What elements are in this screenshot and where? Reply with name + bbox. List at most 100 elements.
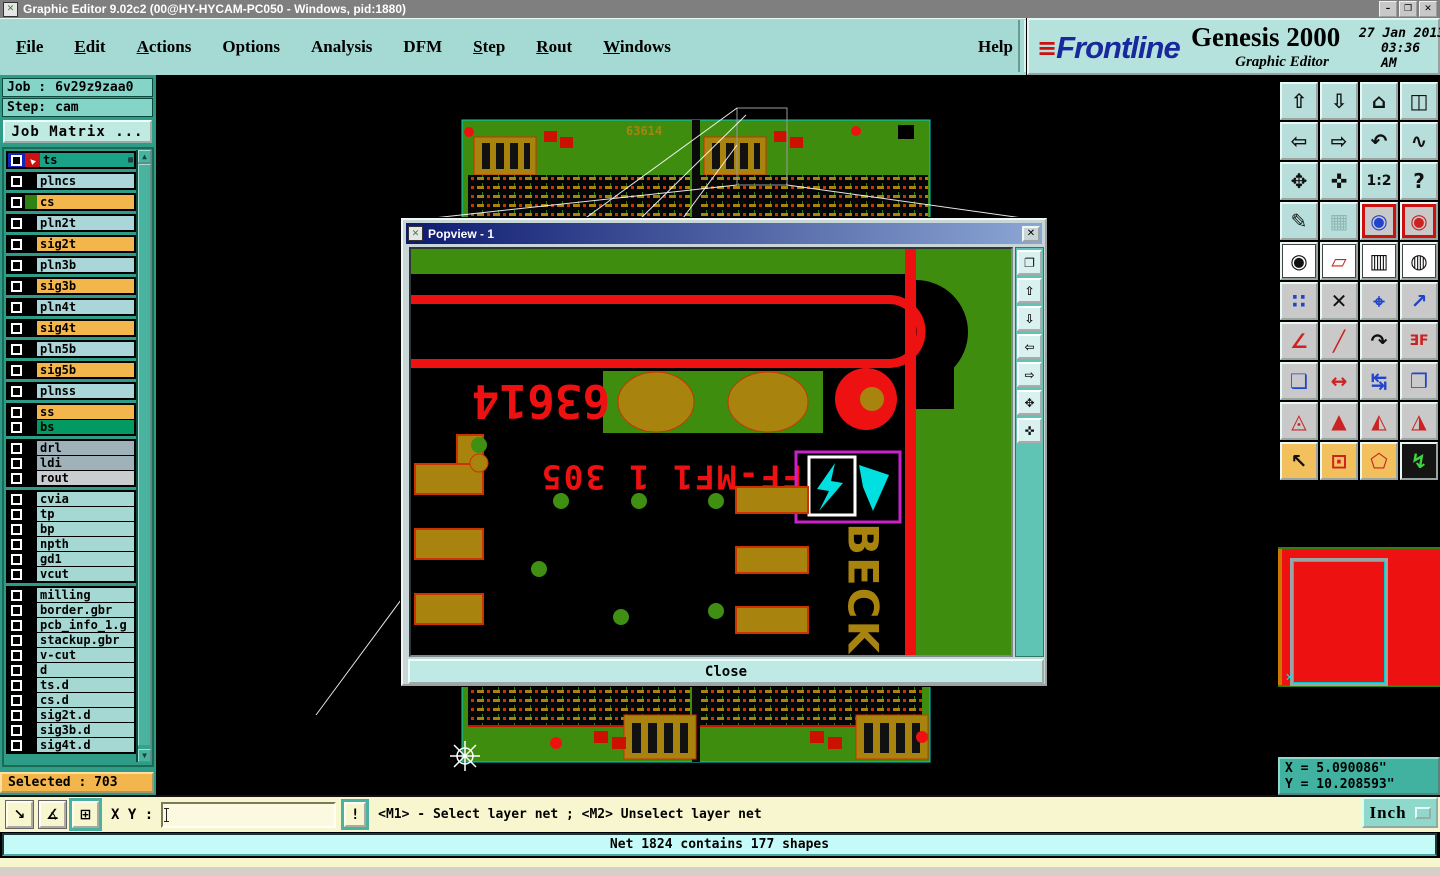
layer-visibility-checkbox[interactable] [8, 300, 25, 314]
menu-analysis[interactable]: Analysis [311, 37, 372, 57]
layer-visibility-checkbox[interactable] [8, 174, 25, 188]
width-measure-button[interactable]: ↹ [1360, 362, 1398, 400]
layer-row-sig5b[interactable]: sig5b [8, 363, 134, 377]
layer-color-swatch[interactable] [25, 405, 37, 419]
layer-row-ldi[interactable]: ldi [8, 455, 134, 470]
overview-panel[interactable]: ✕ [1278, 530, 1440, 756]
alert-button[interactable]: ! [344, 802, 367, 827]
arc-rotate-button[interactable]: ↷ [1360, 322, 1398, 360]
split-window-xy-button[interactable]: ◫ [1400, 82, 1438, 120]
layer-row-sig2t.d[interactable]: sig2t.d [8, 707, 134, 722]
layer-visibility-checkbox[interactable] [8, 708, 25, 722]
layer-color-swatch[interactable] [25, 678, 37, 692]
layer-visibility-checkbox[interactable] [8, 723, 25, 737]
select-feature-button[interactable]: ◉ [1280, 242, 1318, 280]
grid-toggle-button[interactable]: ▦ [1320, 202, 1358, 240]
layer-color-swatch[interactable] [25, 603, 37, 617]
layer-row-npth[interactable]: npth [8, 536, 134, 551]
point-move-button[interactable]: ↗ [1400, 282, 1438, 320]
layer-color-swatch[interactable] [25, 537, 37, 551]
netlist-compare-button[interactable]: ◉ [1400, 202, 1438, 240]
close-button[interactable]: ✕ [1419, 1, 1437, 17]
layer-visibility-checkbox[interactable] [8, 258, 25, 272]
layer-color-swatch[interactable] [25, 441, 37, 455]
layer-row-ss[interactable]: ss [8, 405, 134, 419]
layer-color-swatch[interactable] [25, 300, 37, 314]
popview-center-button[interactable]: ✜ [1017, 418, 1042, 443]
stretch-button[interactable]: ↔ [1320, 362, 1358, 400]
layer-visibility-checkbox[interactable] [8, 405, 25, 419]
layer-color-swatch[interactable] [25, 384, 37, 398]
layer-color-swatch[interactable] [25, 258, 37, 272]
layer-row-cs[interactable]: cs [8, 195, 134, 209]
layer-row-pln3b[interactable]: pln3b [8, 258, 134, 272]
layer-row-ts.d[interactable]: ts.d [8, 677, 134, 692]
select-rectangle-button[interactable]: ⊡ [1320, 442, 1358, 480]
layer-color-swatch[interactable] [25, 588, 37, 602]
layer-row-pln2t[interactable]: pln2t [8, 216, 134, 230]
layer-color-swatch[interactable] [25, 195, 37, 209]
layer-row-sig3b[interactable]: sig3b [8, 279, 134, 293]
layer-color-swatch[interactable] [25, 738, 37, 752]
layer-row-rout[interactable]: rout [8, 470, 134, 485]
popview-close-icon[interactable]: ✕ [1022, 225, 1040, 242]
layer-row-ts[interactable]: ▶ ts ▦ [8, 153, 134, 167]
popview-titlebar[interactable]: ✕ Popview - 1 ✕ [406, 223, 1042, 244]
triangle-tall-button[interactable]: ▲ [1320, 402, 1358, 440]
scroll-down-button[interactable]: ▼ [138, 749, 151, 762]
layer-row-bp[interactable]: bp [8, 521, 134, 536]
layer-row-drl[interactable]: drl [8, 441, 134, 455]
menu-actions[interactable]: Actions [137, 37, 192, 57]
layer-row-cs.d[interactable]: cs.d [8, 692, 134, 707]
menu-dfm[interactable]: DFM [403, 37, 442, 57]
measure-angle-button[interactable]: ∡ [39, 801, 66, 828]
pan-left-button[interactable]: ⇦ [1280, 122, 1318, 160]
move-shape-button[interactable]: ▱ [1320, 242, 1358, 280]
grid-snap-button[interactable]: ⊞ [72, 801, 99, 828]
layer-row-d[interactable]: d [8, 662, 134, 677]
setup-tools-button[interactable]: ✎ [1280, 202, 1318, 240]
layer-visibility-checkbox[interactable] [8, 363, 25, 377]
layer-visibility-checkbox[interactable] [8, 537, 25, 551]
popview-viewport[interactable]: 63614 FF-MF1 1 305 BECK [409, 247, 1013, 657]
layer-row-milling[interactable]: milling [8, 588, 134, 602]
layer-row-pln5b[interactable]: pln5b [8, 342, 134, 356]
layer-visibility-checkbox[interactable] [8, 678, 25, 692]
layer-visibility-checkbox[interactable] [8, 279, 25, 293]
units-dropdown[interactable]: Inch [1362, 797, 1438, 828]
layer-row-pcb_info_1.g[interactable]: pcb_info_1.g [8, 617, 134, 632]
layer-color-swatch[interactable] [25, 618, 37, 632]
layer-visibility-checkbox[interactable] [8, 693, 25, 707]
layer-row-gd1[interactable]: gd1 [8, 551, 134, 566]
popview-zoom-out-button[interactable]: ⇩ [1017, 306, 1042, 331]
layer-row-sig2t[interactable]: sig2t [8, 237, 134, 251]
measure-ruler-button[interactable]: ▥ [1360, 242, 1398, 280]
layer-color-swatch[interactable] [25, 507, 37, 521]
layer-color-swatch[interactable] [25, 663, 37, 677]
net-points-button[interactable]: ∷ [1280, 282, 1318, 320]
layer-row-v-cut[interactable]: v-cut [8, 647, 134, 662]
viewport-indicator[interactable] [1290, 558, 1388, 686]
menu-step[interactable]: Step [473, 37, 505, 57]
popview-pan-right-button[interactable]: ⇨ [1017, 362, 1042, 387]
menu-file[interactable]: File [16, 37, 43, 57]
layer-row-sig4t[interactable]: sig4t [8, 321, 134, 335]
layer-visibility-checkbox[interactable] [8, 552, 25, 566]
menu-edit[interactable]: Edit [74, 37, 105, 57]
menu-options[interactable]: Options [222, 37, 280, 57]
layer-color-swatch[interactable] [25, 492, 37, 506]
previous-view-button[interactable]: ↶ [1360, 122, 1398, 160]
layer-color-swatch[interactable] [25, 342, 37, 356]
layer-visibility-checkbox[interactable] [8, 618, 25, 632]
netlist-analyzer-button[interactable]: ◉ [1360, 202, 1398, 240]
layer-visibility-checkbox[interactable] [8, 153, 25, 167]
popview-window-button[interactable]: ❐ [1017, 250, 1042, 275]
layer-visibility-checkbox[interactable] [8, 321, 25, 335]
layer-visibility-checkbox[interactable] [8, 633, 25, 647]
layer-row-plncs[interactable]: plncs [8, 174, 134, 188]
zoom-center-button[interactable]: ✜ [1320, 162, 1358, 200]
pan-right-button[interactable]: ⇨ [1320, 122, 1358, 160]
layer-row-vcut[interactable]: vcut [8, 566, 134, 581]
layer-color-swatch[interactable] [25, 420, 37, 434]
layer-row-sig3b.d[interactable]: sig3b.d [8, 722, 134, 737]
